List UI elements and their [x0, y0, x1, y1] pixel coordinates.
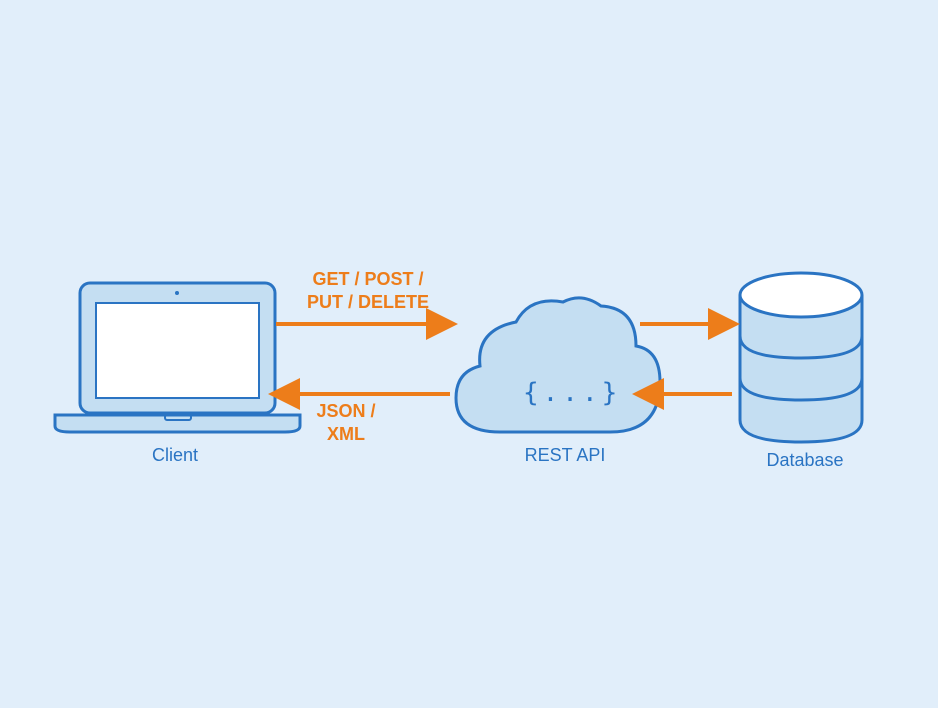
database-icon	[740, 273, 862, 442]
response-label-line1: JSON /	[316, 401, 375, 421]
request-label-line2: PUT / DELETE	[307, 292, 429, 312]
cloud-icon	[456, 298, 660, 432]
rest-api-diagram: GET / POST / PUT / DELETE JSON / XML {..…	[0, 0, 938, 708]
request-label-line1: GET / POST /	[312, 269, 423, 289]
request-label: GET / POST / PUT / DELETE	[293, 268, 443, 315]
laptop-icon	[55, 283, 300, 432]
response-label: JSON / XML	[306, 400, 386, 447]
database-label: Database	[745, 450, 865, 471]
api-label: REST API	[505, 445, 625, 466]
cloud-glyph: {...}	[523, 378, 621, 408]
response-label-line2: XML	[327, 424, 365, 444]
client-label: Client	[110, 445, 240, 466]
